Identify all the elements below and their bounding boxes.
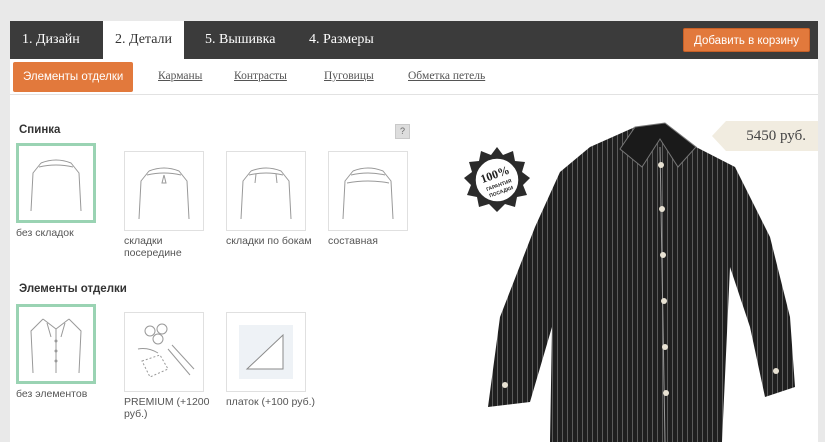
subtab-buttonholes[interactable]: Обметка петель <box>408 59 485 93</box>
back-option-label: без складок <box>16 227 74 239</box>
shirt-back-side-pleats-icon <box>226 151 306 231</box>
back-option-side-pleats[interactable]: складки по бокам <box>226 151 316 247</box>
shirt-front-icon <box>16 304 96 384</box>
back-option-label: составная <box>328 235 378 247</box>
add-to-cart-button[interactable]: Добавить в корзину <box>683 28 810 52</box>
step-details[interactable]: 2. Детали <box>103 21 185 59</box>
trim-option-label: PREMIUM (+1200 руб.) <box>124 396 210 420</box>
subtab-trim-elements[interactable]: Элементы отделки <box>13 62 134 92</box>
details-subnav: Элементы отделки Карманы Контрасты Пугов… <box>10 59 818 95</box>
back-option-composite[interactable]: составная <box>328 151 418 247</box>
step-design[interactable]: 1. Дизайн <box>10 21 92 59</box>
back-option-no-pleats[interactable]: без складок <box>16 143 106 239</box>
shirt-back-composite-icon <box>328 151 408 231</box>
shirt-back-center-pleat-icon <box>124 151 204 231</box>
shirt-back-plain-icon <box>16 143 96 223</box>
main-panel: Спинка ? без складок складки посередине … <box>10 95 818 442</box>
back-option-label: складки по бокам <box>226 235 312 247</box>
subtab-contrasts[interactable]: Контрасты <box>234 59 287 93</box>
trim-option-premium[interactable]: PREMIUM (+1200 руб.) <box>124 312 214 420</box>
trim-section-title: Элементы отделки <box>19 283 127 295</box>
trim-option-label: без элементов <box>16 388 88 400</box>
trim-option-handkerchief[interactable]: платок (+100 руб.) <box>226 312 316 408</box>
back-option-label: складки посередине <box>124 235 182 259</box>
subtab-buttons[interactable]: Пуговицы <box>324 59 374 93</box>
fit-guarantee-badge-icon: 100% ГАРАНТИЯ ПОСАДКИ <box>464 147 530 212</box>
back-section-title: Спинка <box>19 124 61 136</box>
subtab-pockets[interactable]: Карманы <box>158 59 202 93</box>
pocket-square-icon <box>226 312 306 392</box>
step-embroidery[interactable]: 5. Вышивка <box>193 21 287 59</box>
back-option-center-pleat[interactable]: складки посередине <box>124 151 214 259</box>
steps-bar: 1. Дизайн 2. Детали 5. Вышивка 4. Размер… <box>10 21 818 59</box>
trim-option-label: платок (+100 руб.) <box>226 396 316 408</box>
step-sizes[interactable]: 4. Размеры <box>297 21 386 59</box>
sewing-kit-icon <box>124 312 204 392</box>
help-button[interactable]: ? <box>395 124 410 139</box>
trim-option-none[interactable]: без элементов <box>16 304 106 400</box>
